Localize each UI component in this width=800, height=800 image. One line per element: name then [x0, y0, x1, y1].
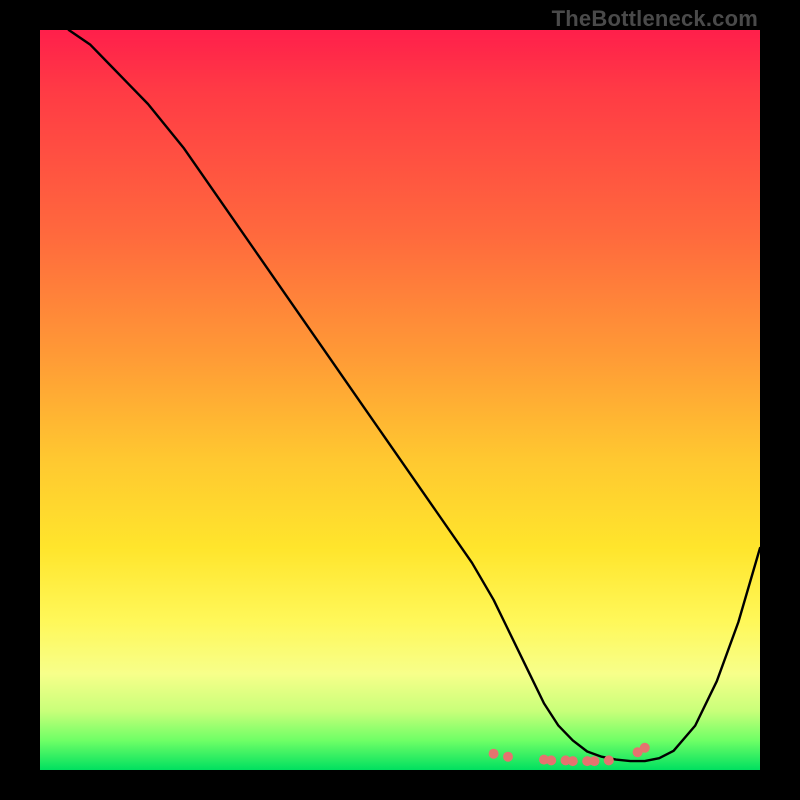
curve-svg — [40, 30, 760, 770]
marker-dot — [489, 749, 499, 759]
bottleneck-curve — [69, 30, 760, 761]
marker-dot — [503, 752, 513, 762]
chart-frame: TheBottleneck.com — [0, 0, 800, 800]
marker-dot — [546, 755, 556, 765]
marker-dot — [604, 755, 614, 765]
marker-dot — [589, 756, 599, 766]
marker-dot — [568, 756, 578, 766]
marker-dot — [640, 743, 650, 753]
watermark-text: TheBottleneck.com — [552, 6, 758, 32]
plot-area — [40, 30, 760, 770]
bottom-markers — [489, 743, 650, 766]
